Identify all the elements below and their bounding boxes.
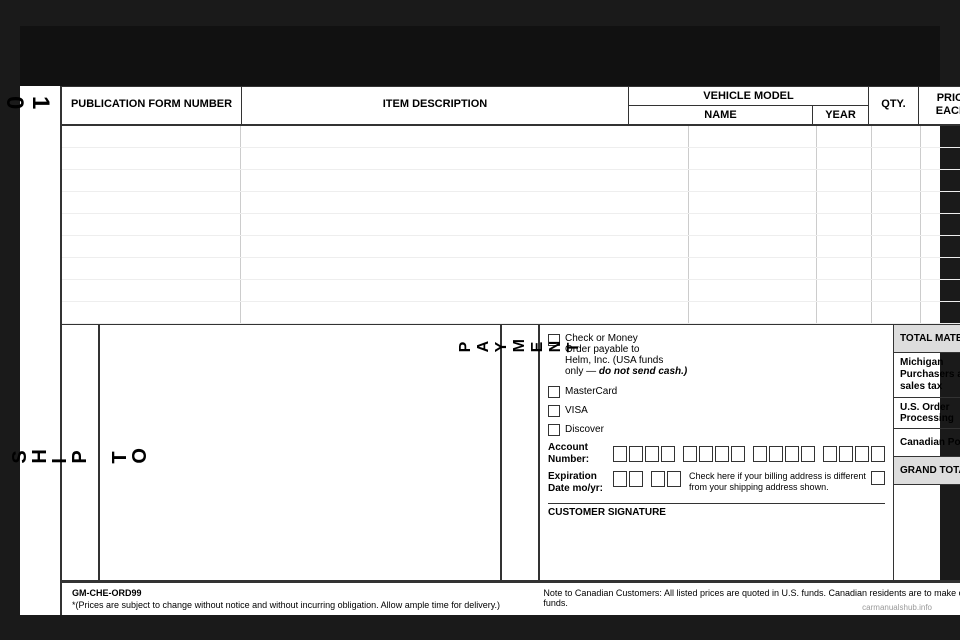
- acc-box-16[interactable]: [871, 446, 885, 462]
- acc-box-7[interactable]: [715, 446, 729, 462]
- grand-total-label: GRAND TOTAL: [894, 457, 960, 484]
- expiration-row: Expiration Date mo/yr: Check here if yo: [548, 471, 885, 495]
- billing-checkbox[interactable]: [871, 471, 885, 485]
- table-row: [62, 302, 960, 324]
- table-row: [62, 192, 960, 214]
- acc-box-14[interactable]: [839, 446, 853, 462]
- total-material-label: TOTAL MATERIAL: [894, 325, 960, 352]
- signature-area: CUSTOMER SIGNATURE: [548, 503, 885, 518]
- acc-box-8[interactable]: [731, 446, 745, 462]
- acc-box-6[interactable]: [699, 446, 713, 462]
- table-row: [62, 214, 960, 236]
- michigan-label: Michigan Purchasers add 6% sales tax: [894, 353, 960, 397]
- table-row: [62, 280, 960, 302]
- header-qty: QTY.: [869, 87, 919, 124]
- visa-option: VISA: [548, 404, 885, 417]
- acc-box-2[interactable]: [629, 446, 643, 462]
- main-content: PUBLICATION FORM NUMBER ITEM DESCRIPTION…: [62, 86, 960, 615]
- billing-check-area: Check here if your billing address is di…: [689, 471, 885, 494]
- mastercard-checkbox[interactable]: [548, 386, 560, 398]
- cell-vehicle-1: [689, 126, 872, 147]
- exp-box-2[interactable]: [629, 471, 643, 487]
- expiration-label: Expiration Date mo/yr:: [548, 471, 613, 495]
- order-form: 2001GM PUBLICATION FORM NUMBER ITEM DESC…: [20, 26, 940, 615]
- table-row: [62, 236, 960, 258]
- footer-code: GM-CHE-ORD99: [72, 588, 514, 598]
- header-name: NAME: [629, 106, 813, 124]
- acc-box-1[interactable]: [613, 446, 627, 462]
- ship-to-text: SHIPTO: [10, 440, 150, 464]
- year-model-label: 2001GM: [20, 86, 62, 615]
- top-bar: [20, 26, 940, 86]
- visa-checkbox[interactable]: [548, 405, 560, 417]
- account-boxes: [613, 446, 885, 462]
- header-pub-number: PUBLICATION FORM NUMBER: [62, 87, 242, 124]
- upper-data-section: [62, 126, 960, 325]
- grand-total-row: GRAND TOTAL: [894, 457, 960, 485]
- acc-box-4[interactable]: [661, 446, 675, 462]
- payment-section: PAYMENT Check or Money Order payable to …: [502, 325, 960, 580]
- canadian-postage-row: Canadian Postage: [894, 429, 960, 457]
- ship-to-panel: SHIPTO: [62, 325, 502, 580]
- upper-rows: [62, 126, 960, 324]
- header-vehicle-model: VEHICLE MODEL NAME YEAR: [629, 87, 869, 124]
- acc-box-3[interactable]: [645, 446, 659, 462]
- michigan-row: Michigan Purchasers add 6% sales tax: [894, 353, 960, 398]
- payment-details: Check or Money Order payable to Helm, In…: [540, 325, 894, 580]
- exp-box-3[interactable]: [651, 471, 665, 487]
- exp-box-4[interactable]: [667, 471, 681, 487]
- footer: GM-CHE-ORD99 *(Prices are subject to cha…: [62, 582, 960, 615]
- acc-box-9[interactable]: [753, 446, 767, 462]
- cell-pub-1[interactable]: [62, 126, 241, 147]
- acc-box-12[interactable]: [801, 446, 815, 462]
- mastercard-option: MasterCard: [548, 385, 885, 398]
- check-money-option: Check or Money Order payable to Helm, In…: [548, 333, 885, 377]
- form-area: 2001GM PUBLICATION FORM NUMBER ITEM DESC…: [20, 86, 940, 615]
- price-panel: TOTAL MATERIAL Michigan Purchasers add 6…: [894, 325, 960, 580]
- header-year: YEAR: [813, 106, 868, 124]
- exp-boxes: [613, 471, 681, 487]
- footer-prices-note: *(Prices are subject to change without n…: [72, 600, 514, 610]
- acc-box-10[interactable]: [769, 446, 783, 462]
- cell-price-1[interactable]: [921, 126, 960, 147]
- watermark: carmanualshub.info: [859, 602, 935, 613]
- vehicle-sub-headers: NAME YEAR: [629, 106, 868, 124]
- cell-desc-1[interactable]: [241, 126, 689, 147]
- footer-left: GM-CHE-ORD99 *(Prices are subject to cha…: [72, 588, 514, 610]
- total-material-row: TOTAL MATERIAL: [894, 325, 960, 353]
- discover-checkbox[interactable]: [548, 424, 560, 436]
- account-number-row: Account Number:: [548, 442, 885, 466]
- acc-box-5[interactable]: [683, 446, 697, 462]
- discover-option: Discover: [548, 423, 885, 436]
- canadian-postage-label: Canadian Postage: [894, 429, 960, 456]
- signature-label: CUSTOMER SIGNATURE: [548, 507, 666, 518]
- table-header: PUBLICATION FORM NUMBER ITEM DESCRIPTION…: [62, 86, 960, 126]
- ship-to-address-area[interactable]: [100, 325, 500, 580]
- table-row: [62, 258, 960, 280]
- payment-vertical-label: PAYMENT: [502, 325, 540, 580]
- header-price-each: PRICE EACH*: [919, 87, 960, 124]
- us-order-label: U.S. Order Processing: [894, 398, 960, 428]
- payment-label-text: PAYMENT: [457, 333, 583, 352]
- exp-box-1[interactable]: [613, 471, 627, 487]
- acc-box-15[interactable]: [855, 446, 869, 462]
- table-row: [62, 148, 960, 170]
- acc-box-13[interactable]: [823, 446, 837, 462]
- acc-box-11[interactable]: [785, 446, 799, 462]
- table-row: [62, 126, 960, 148]
- table-row: [62, 170, 960, 192]
- lower-section: SHIPTO PAYMENT: [62, 325, 960, 582]
- account-label: Account Number:: [548, 442, 613, 466]
- us-order-row: U.S. Order Processing $6.00: [894, 398, 960, 429]
- check-money-text: Check or Money Order payable to Helm, In…: [565, 333, 687, 377]
- cell-qty-1[interactable]: [872, 126, 921, 147]
- header-item-desc: ITEM DESCRIPTION: [242, 87, 629, 124]
- vehicle-model-title: VEHICLE MODEL: [629, 87, 868, 106]
- ship-to-label: SHIPTO: [62, 325, 100, 580]
